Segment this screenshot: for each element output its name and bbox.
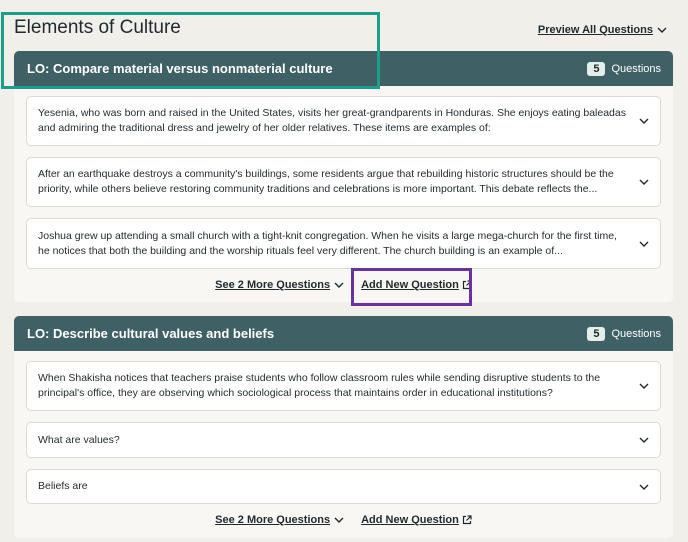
question-item[interactable]: When Shakisha notices that teachers prai… bbox=[26, 361, 661, 411]
lo-title: LO: Compare material versus nonmaterial … bbox=[27, 61, 333, 76]
question-item[interactable]: What are values? bbox=[26, 422, 661, 458]
question-text: Joshua grew up attending a small church … bbox=[38, 229, 617, 257]
question-text: Beliefs are bbox=[38, 480, 88, 492]
questions-label: Questions bbox=[611, 327, 661, 340]
chevron-down-icon[interactable] bbox=[638, 176, 650, 188]
chevron-down-icon bbox=[333, 514, 345, 526]
page-title: Elements of Culture bbox=[14, 17, 181, 38]
page: Elements of Culture Preview All Question… bbox=[0, 0, 688, 542]
question-item[interactable]: Beliefs are bbox=[26, 469, 661, 504]
chevron-down-icon[interactable] bbox=[638, 238, 650, 250]
chevron-down-icon[interactable] bbox=[638, 380, 650, 392]
see-more-label: See 2 More Questions bbox=[215, 279, 331, 291]
see-more-questions-link[interactable]: See 2 More Questions bbox=[215, 514, 345, 526]
question-text: What are values? bbox=[38, 433, 120, 446]
question-item[interactable]: After an earthquake destroys a community… bbox=[26, 157, 661, 207]
question-text: When Shakisha notices that teachers prai… bbox=[38, 372, 601, 399]
add-new-question-link[interactable]: Add New Question bbox=[361, 514, 472, 526]
question-text: Yesenia, who was born and raised in the … bbox=[38, 107, 626, 134]
learning-objective-card: LO: Describe cultural values and beliefs… bbox=[14, 316, 673, 538]
lo-header: LO: Describe cultural values and beliefs… bbox=[14, 316, 673, 351]
lo-header: LO: Compare material versus nonmaterial … bbox=[14, 51, 673, 86]
add-new-label: Add New Question bbox=[361, 279, 459, 291]
question-count-badge: 5 bbox=[587, 61, 606, 76]
add-new-question-link[interactable]: Add New Question bbox=[361, 279, 472, 291]
see-more-questions-link[interactable]: See 2 More Questions bbox=[215, 279, 345, 291]
card-footer-links: See 2 More Questions Add New Question bbox=[14, 279, 673, 291]
question-item[interactable]: Joshua grew up attending a small church … bbox=[26, 218, 661, 269]
chevron-down-icon[interactable] bbox=[638, 115, 650, 127]
preview-all-questions-link[interactable]: Preview All Questions bbox=[538, 24, 668, 36]
card-footer-links: See 2 More Questions Add New Question bbox=[14, 514, 673, 526]
external-link-icon bbox=[462, 515, 472, 525]
preview-all-label: Preview All Questions bbox=[537, 24, 653, 36]
question-item[interactable]: Yesenia, who was born and raised in the … bbox=[26, 96, 661, 146]
question-text: After an earthquake destroys a community… bbox=[38, 168, 614, 195]
question-count: 5 Questions bbox=[587, 61, 661, 76]
question-count: 5 Questions bbox=[587, 326, 661, 341]
questions-label: Questions bbox=[611, 62, 661, 75]
external-link-icon bbox=[462, 280, 472, 290]
chevron-down-icon[interactable] bbox=[638, 481, 650, 493]
add-new-label: Add New Question bbox=[361, 514, 459, 526]
see-more-label: See 2 More Questions bbox=[215, 514, 331, 526]
chevron-down-icon bbox=[333, 279, 345, 291]
learning-objective-card: LO: Compare material versus nonmaterial … bbox=[14, 51, 673, 302]
chevron-down-icon bbox=[656, 24, 668, 36]
chevron-down-icon[interactable] bbox=[638, 434, 650, 446]
lo-title: LO: Describe cultural values and beliefs bbox=[27, 326, 275, 341]
question-count-badge: 5 bbox=[587, 326, 606, 341]
